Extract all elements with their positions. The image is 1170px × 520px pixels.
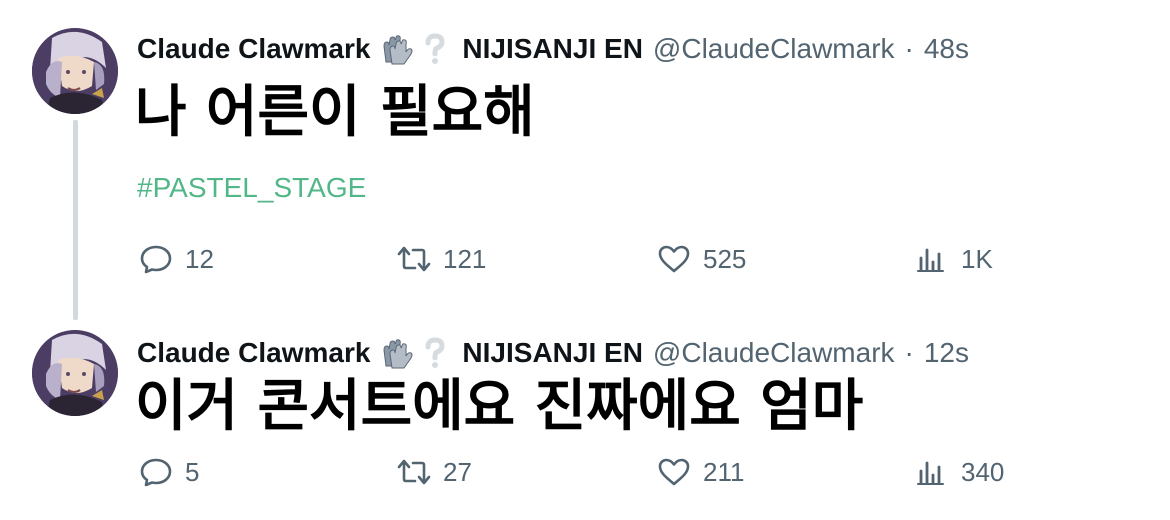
- retweet-icon: [395, 453, 433, 491]
- tweet-actions: 12 121 525 1K: [137, 239, 1037, 279]
- avatar[interactable]: [32, 28, 118, 114]
- timestamp[interactable]: 48s: [924, 29, 969, 69]
- reply-count: 12: [185, 243, 214, 274]
- user-handle[interactable]: @ClaudeClawmark: [653, 29, 895, 69]
- like-button[interactable]: 211: [655, 452, 744, 492]
- like-count: 211: [703, 456, 745, 487]
- timestamp[interactable]: 12s: [924, 333, 969, 373]
- question-mark-icon: [422, 32, 448, 66]
- question-mark-icon: [422, 336, 448, 370]
- reply-icon: [137, 453, 175, 491]
- reply-button[interactable]: 5: [137, 452, 199, 492]
- org-label: NIJISANJI EN: [462, 33, 643, 64]
- retweet-count: 27: [443, 456, 472, 487]
- reply-count: 5: [185, 456, 200, 487]
- gloves-emoji-icon: [380, 32, 414, 66]
- reply-icon: [137, 240, 175, 278]
- retweet-button[interactable]: 121: [395, 239, 486, 279]
- like-button[interactable]: 525: [655, 239, 746, 279]
- views-icon: [913, 240, 951, 278]
- hashtag-link[interactable]: #PASTEL_STAGE: [137, 168, 366, 208]
- views-button[interactable]: 1K: [913, 239, 993, 279]
- tweet[interactable]: Claude Clawmark NIJISANJI EN @ClaudeClaw…: [0, 0, 1170, 320]
- gloves-emoji-icon: [380, 336, 414, 370]
- tweet-text: 이거 콘서트에요 진짜에요 엄마: [135, 374, 864, 439]
- org-label: NIJISANJI EN: [462, 337, 643, 368]
- tweet-header: Claude Clawmark NIJISANJI EN @ClaudeClaw…: [137, 29, 969, 69]
- display-name[interactable]: Claude Clawmark: [137, 29, 370, 69]
- tweet-header: Claude Clawmark NIJISANJI EN @ClaudeClaw…: [137, 333, 969, 373]
- tweet-actions: 5 27 211 340: [137, 452, 1037, 492]
- avatar[interactable]: [32, 330, 118, 416]
- separator-dot: ·: [904, 33, 914, 64]
- retweet-count: 121: [443, 243, 487, 274]
- tweet-thread: Claude Clawmark NIJISANJI EN @ClaudeClaw…: [0, 0, 1170, 520]
- views-button[interactable]: 340: [913, 452, 1004, 492]
- tweet-text: 나 어른이 필요해: [135, 80, 535, 145]
- reply-button[interactable]: 12: [137, 239, 214, 279]
- separator-dot: ·: [904, 337, 914, 368]
- heart-icon: [655, 453, 693, 491]
- views-count: 340: [961, 456, 1005, 487]
- heart-icon: [655, 240, 693, 278]
- retweet-icon: [395, 240, 433, 278]
- views-count: 1K: [961, 243, 993, 274]
- user-handle[interactable]: @ClaudeClawmark: [653, 333, 895, 373]
- retweet-button[interactable]: 27: [395, 452, 472, 492]
- display-name[interactable]: Claude Clawmark: [137, 333, 370, 373]
- like-count: 525: [703, 243, 747, 274]
- views-icon: [913, 453, 951, 491]
